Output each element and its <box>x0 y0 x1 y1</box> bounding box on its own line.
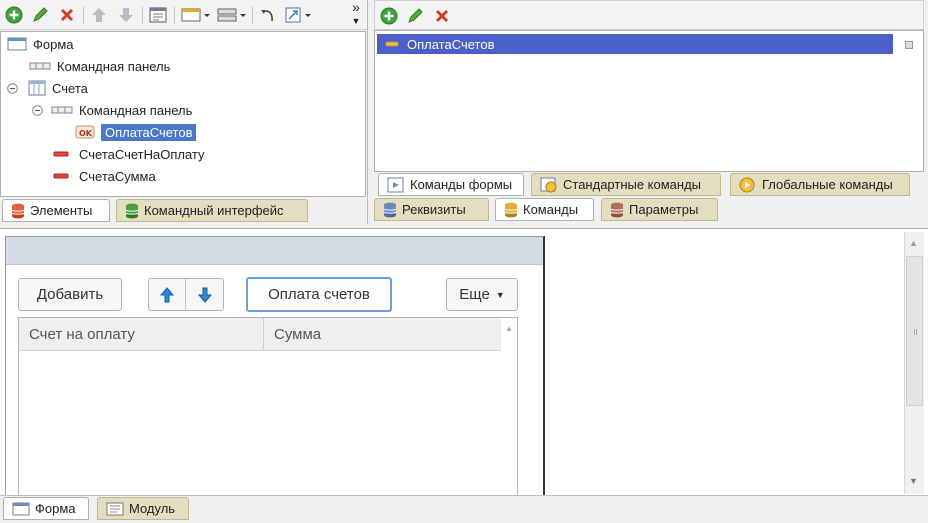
undo-arrow-icon[interactable] <box>258 5 278 25</box>
form-preview-area: Добавить Оплата счетов Еще ▼ Счет на опл… <box>0 228 928 502</box>
command-bar-icon <box>29 61 51 71</box>
resize-dropdown-icon[interactable] <box>283 5 315 25</box>
layout-dropdown-icon[interactable] <box>180 5 212 25</box>
tree-item-table[interactable]: Счета <box>7 78 88 98</box>
global-command-icon <box>739 177 757 193</box>
more-button[interactable]: Еще ▼ <box>446 278 518 311</box>
delete-icon[interactable] <box>57 5 77 25</box>
tree-item-table-command-bar[interactable]: Командная панель <box>32 100 192 120</box>
tree-item-pay-button[interactable]: OK ОплатаСчетов <box>75 122 197 142</box>
move-down-button[interactable] <box>186 279 223 310</box>
add-button[interactable]: Добавить <box>18 278 122 311</box>
tab-elements[interactable]: Элементы <box>2 199 110 222</box>
command-row[interactable]: ОплатаСчетов <box>377 34 893 54</box>
move-down-icon[interactable] <box>116 5 136 25</box>
move-up-button[interactable] <box>149 279 186 310</box>
scroll-up-icon[interactable]: ▲ <box>909 238 918 248</box>
scroll-marker[interactable] <box>905 41 913 49</box>
database-icon <box>610 202 624 218</box>
tree-item-form[interactable]: Форма <box>7 34 74 54</box>
dropdown-arrow-icon: ▼ <box>495 289 505 300</box>
editor-tabs: Форма Модуль <box>0 495 928 523</box>
field-icon <box>53 150 69 158</box>
add-icon[interactable] <box>379 6 399 26</box>
delete-icon[interactable] <box>432 6 452 26</box>
group-dropdown-icon[interactable] <box>216 5 248 25</box>
commands-panel: ОплатаСчетов Команды формы Стандартные к… <box>374 0 928 224</box>
arrow-down-icon <box>197 287 212 303</box>
elements-toolbar: » ▼ <box>0 0 367 30</box>
form-icon <box>7 37 27 51</box>
collapse-icon[interactable] <box>7 82 18 94</box>
arrow-up-icon <box>159 286 175 302</box>
standard-command-icon <box>540 177 558 193</box>
scroll-thumb[interactable] <box>906 256 923 406</box>
edit-pencil-icon[interactable] <box>30 5 50 25</box>
tab-command-interface[interactable]: Командный интерфейс <box>116 199 308 222</box>
vertical-scrollbar[interactable]: ▲ ▼ <box>904 232 924 494</box>
move-up-icon[interactable] <box>89 5 109 25</box>
tab-module[interactable]: Модуль <box>97 497 189 520</box>
command-icon <box>385 41 399 47</box>
database-icon <box>504 202 518 218</box>
tree-item-command-bar[interactable]: Командная панель <box>29 56 170 76</box>
tab-parameters[interactable]: Параметры <box>601 198 718 221</box>
tab-form-commands[interactable]: Команды формы <box>378 173 524 196</box>
pay-invoices-button[interactable]: Оплата счетов <box>246 277 392 312</box>
database-icon <box>11 203 25 219</box>
add-icon[interactable] <box>4 5 24 25</box>
edit-pencil-icon[interactable] <box>405 6 425 26</box>
form-properties-icon[interactable] <box>149 5 169 25</box>
svg-text:OK: OK <box>79 129 93 138</box>
tab-form[interactable]: Форма <box>3 497 89 520</box>
column-header-sum[interactable]: Сумма <box>264 318 501 351</box>
database-icon <box>383 202 397 218</box>
scroll-down-icon[interactable]: ▼ <box>909 476 918 486</box>
ok-button-icon: OK <box>75 125 95 139</box>
form-preview: Добавить Оплата счетов Еще ▼ Счет на опл… <box>5 236 545 502</box>
more-chevron-icon[interactable]: » ▼ <box>348 0 364 27</box>
form-command-icon <box>387 177 405 193</box>
form-icon <box>12 502 30 516</box>
elements-panel: » ▼ Форма Командная панель Счета Командна… <box>0 0 368 224</box>
tab-global-commands[interactable]: Глобальные команды <box>730 173 910 196</box>
tree-item-field-invoice[interactable]: СчетаСчетНаОплату <box>53 144 205 164</box>
commands-toolbar <box>374 0 924 30</box>
elements-tree: Форма Командная панель Счета Командная п… <box>0 31 366 197</box>
move-buttons-group <box>148 278 224 311</box>
command-bar-icon <box>51 105 73 115</box>
module-icon <box>106 502 124 516</box>
form-title-bar <box>6 237 543 265</box>
commands-list: ОплатаСчетов <box>374 30 924 172</box>
tab-standard-commands[interactable]: Стандартные команды <box>531 173 721 196</box>
table-icon <box>28 80 46 96</box>
table-header: Счет на оплату Сумма <box>19 318 501 351</box>
field-icon <box>53 172 69 180</box>
column-header-invoice[interactable]: Счет на оплату <box>19 318 264 351</box>
scroll-up-icon[interactable]: ▲ <box>505 324 513 333</box>
tree-item-field-sum[interactable]: СчетаСумма <box>53 166 156 186</box>
invoices-table[interactable]: Счет на оплату Сумма ▲ <box>18 317 518 502</box>
tab-commands[interactable]: Команды <box>495 198 594 221</box>
collapse-icon[interactable] <box>32 104 43 116</box>
database-icon <box>125 203 139 219</box>
tab-attributes[interactable]: Реквизиты <box>374 198 489 221</box>
